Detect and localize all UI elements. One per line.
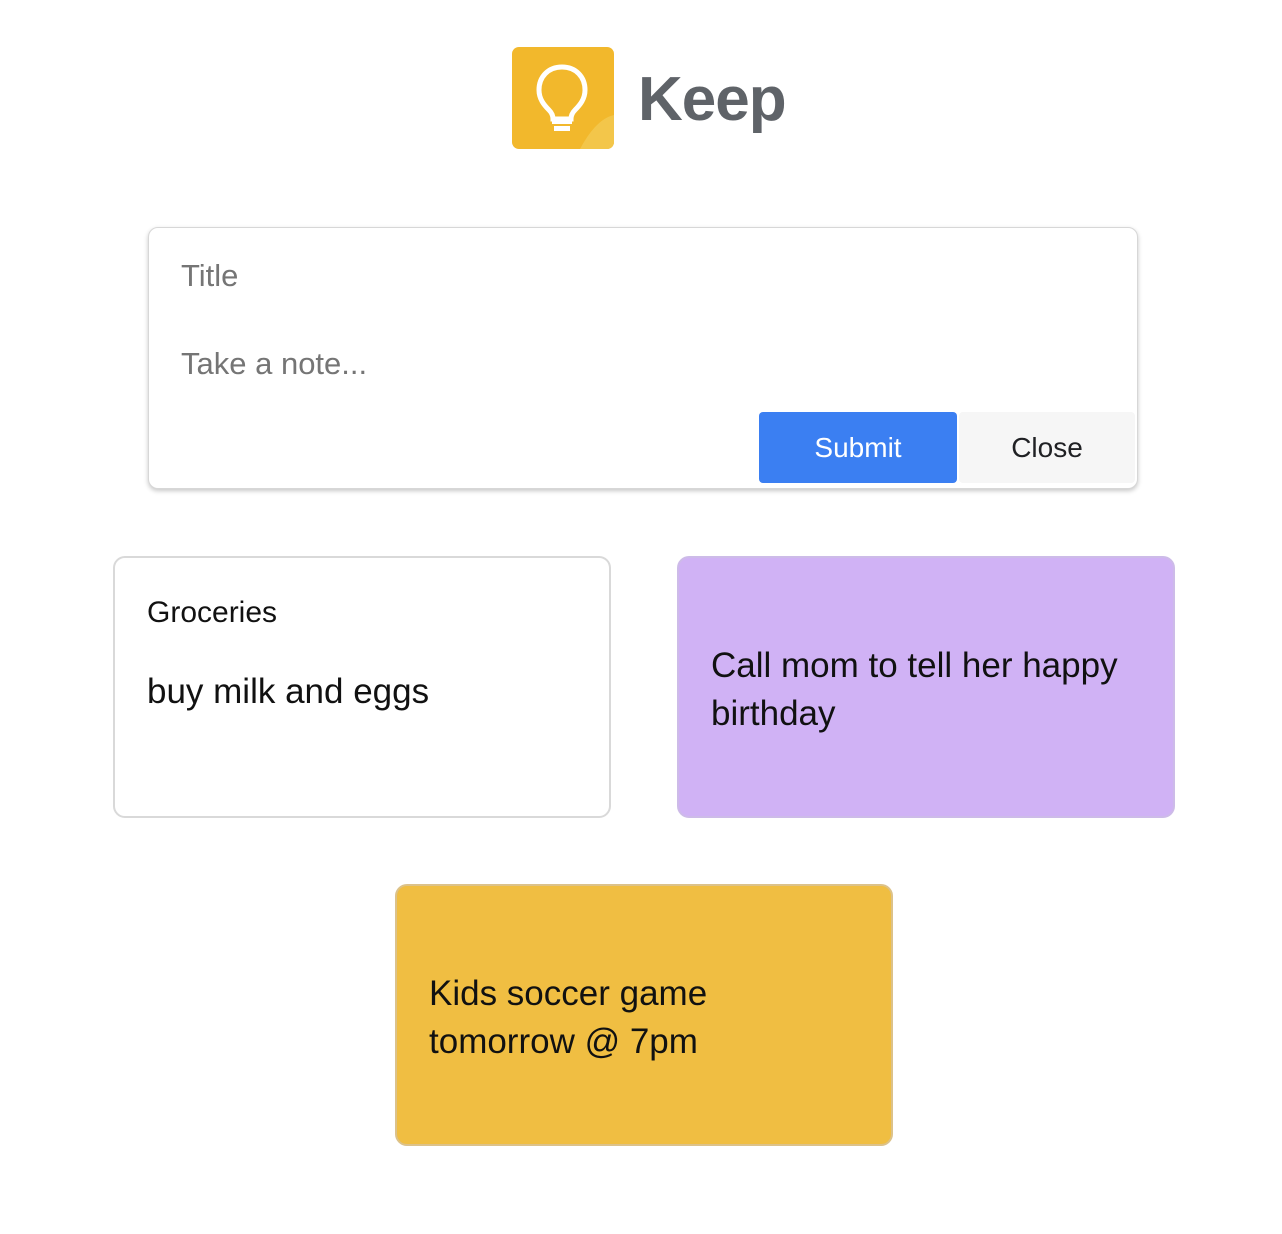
app-header: Keep (512, 46, 787, 150)
close-button[interactable]: Close (959, 412, 1135, 483)
note-title: Groceries (147, 596, 278, 629)
note-card[interactable]: Groceries buy milk and eggs (113, 556, 611, 818)
note-card[interactable]: Kids soccer game tomorrow @ 7pm (395, 884, 893, 1146)
keep-logo (512, 47, 614, 149)
note-input[interactable] (181, 344, 1081, 384)
note-body: Call mom to tell her happy birthday (711, 646, 1118, 733)
note-composer: Submit Close (148, 227, 1138, 489)
note-card[interactable]: Call mom to tell her happy birthday (677, 556, 1175, 818)
note-body: buy milk and eggs (147, 672, 430, 711)
title-input[interactable] (181, 256, 1081, 296)
lightbulb-icon (536, 64, 614, 149)
submit-button[interactable]: Submit (759, 412, 957, 483)
note-body: Kids soccer game tomorrow @ 7pm (429, 974, 708, 1061)
app-title: Keep (638, 65, 787, 134)
